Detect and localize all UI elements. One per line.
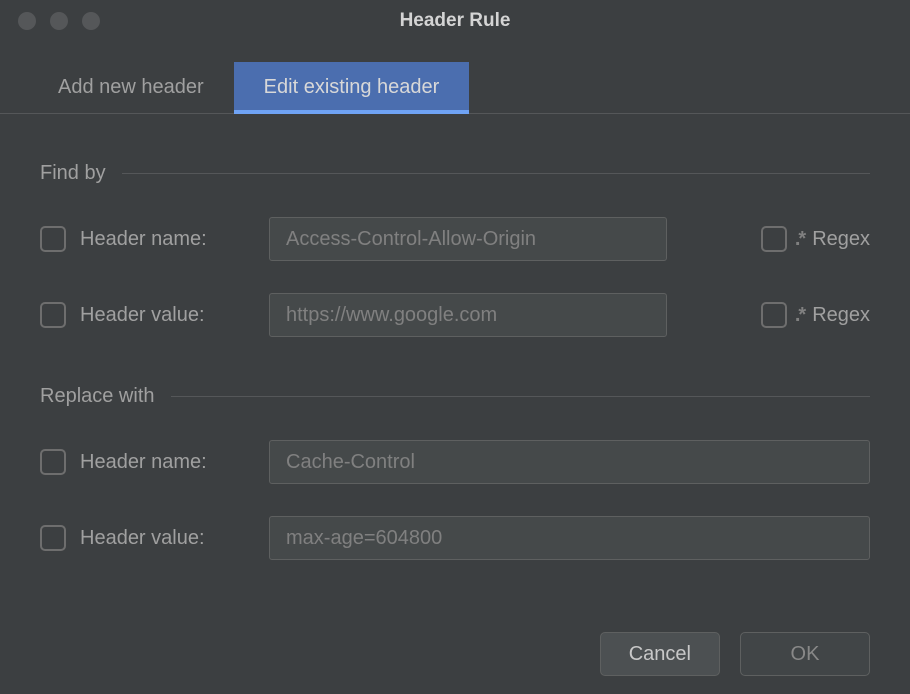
find-header-value-row: Header value: .* Regex — [40, 293, 870, 337]
find-header-value-regex-group: .* Regex — [761, 302, 870, 328]
tabs: Add new header Edit existing header — [0, 62, 910, 114]
tab-edit-existing-header[interactable]: Edit existing header — [234, 62, 470, 113]
close-window-button[interactable] — [18, 12, 36, 30]
cancel-button[interactable]: Cancel — [600, 632, 720, 676]
replace-header-value-checkbox[interactable] — [40, 525, 66, 551]
window-controls — [18, 12, 100, 30]
replace-header-name-row: Header name: — [40, 440, 870, 484]
find-header-name-regex-group: .* Regex — [761, 226, 870, 252]
find-by-title: Find by — [40, 162, 106, 185]
minimize-window-button[interactable] — [50, 12, 68, 30]
replace-header-value-row: Header value: — [40, 516, 870, 560]
footer: Cancel OK — [0, 632, 910, 694]
find-header-name-regex-label: Regex — [812, 228, 870, 251]
content: Find by Header name: .* Regex Header val… — [0, 162, 910, 560]
find-header-name-regex-checkbox[interactable] — [761, 226, 787, 252]
divider — [122, 173, 870, 174]
find-header-value-input[interactable] — [269, 293, 667, 337]
ok-button[interactable]: OK — [740, 632, 870, 676]
window-title: Header Rule — [400, 10, 511, 32]
find-header-value-regex-checkbox[interactable] — [761, 302, 787, 328]
find-header-value-label: Header value: — [80, 304, 255, 327]
maximize-window-button[interactable] — [82, 12, 100, 30]
find-header-name-row: Header name: .* Regex — [40, 217, 870, 261]
replace-header-name-checkbox[interactable] — [40, 449, 66, 475]
find-by-header: Find by — [40, 162, 870, 185]
replace-header-value-label: Header value: — [80, 527, 255, 550]
replace-header-name-input[interactable] — [269, 440, 870, 484]
regex-icon: .* — [795, 228, 804, 251]
tab-add-new-header[interactable]: Add new header — [28, 62, 234, 113]
replace-header-name-label: Header name: — [80, 451, 255, 474]
find-header-name-checkbox[interactable] — [40, 226, 66, 252]
titlebar: Header Rule — [0, 0, 910, 42]
replace-with-title: Replace with — [40, 385, 155, 408]
regex-icon: .* — [795, 304, 804, 327]
find-header-value-regex-label: Regex — [812, 304, 870, 327]
replace-header-value-input[interactable] — [269, 516, 870, 560]
replace-with-header: Replace with — [40, 385, 870, 408]
find-header-name-label: Header name: — [80, 228, 255, 251]
replace-with-group: Replace with Header name: Header value: — [40, 385, 870, 560]
divider — [171, 396, 870, 397]
find-header-name-input[interactable] — [269, 217, 667, 261]
find-by-group: Find by Header name: .* Regex Header val… — [40, 162, 870, 337]
find-header-value-checkbox[interactable] — [40, 302, 66, 328]
